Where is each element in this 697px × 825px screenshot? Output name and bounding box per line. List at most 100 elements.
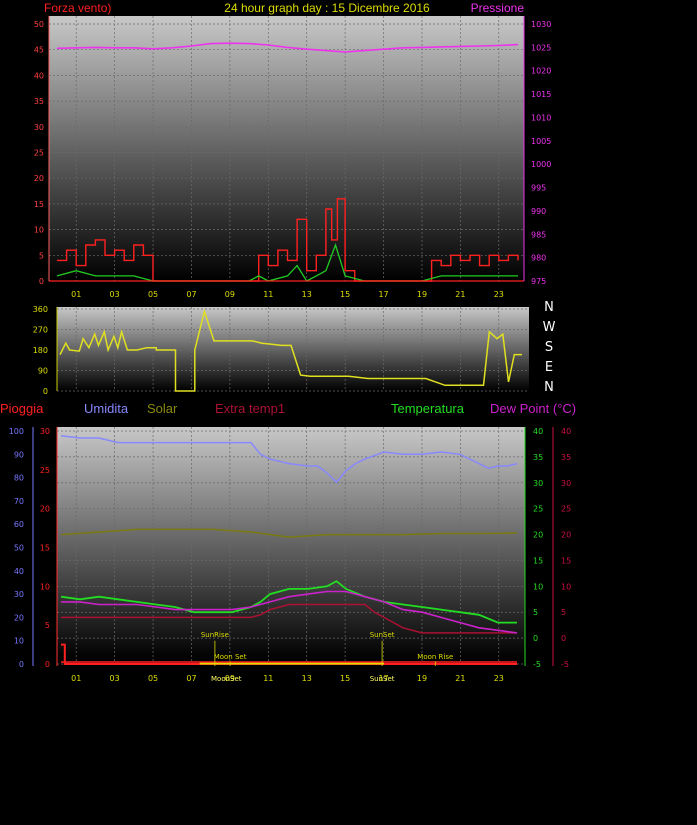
- wind-y-tick: 10: [34, 226, 44, 235]
- wind-y-tick: 50: [34, 20, 44, 29]
- wind-x-tick: 05: [148, 290, 158, 299]
- humidity-y-tick: 0: [19, 660, 24, 669]
- pressure-y-tick: 1015: [531, 90, 551, 99]
- rain-y-tick: 30: [40, 427, 50, 436]
- wind-x-tick: 15: [340, 290, 350, 299]
- legend: Pioggia Umidita Solar Extra temp1 Temperatur…: [0, 401, 576, 416]
- temperature-x-tick: 13: [302, 674, 312, 683]
- direction-y-ticks: 0 90 180 270 360: [33, 305, 48, 396]
- direction-y-tick: 360: [33, 305, 48, 314]
- humidity-y-tick: 50: [14, 544, 24, 553]
- temperature-y-tick: 35: [533, 453, 543, 462]
- astro-annotation: Moon Set: [214, 653, 247, 661]
- pressure-y-tick: 975: [531, 277, 546, 286]
- rain-y-tick: 15: [40, 544, 50, 553]
- wind-pressure-panel: 05101520253035404550 9759809859909951000…: [34, 16, 551, 299]
- compass-label: W: [543, 320, 556, 335]
- wind-y-tick: 45: [34, 46, 44, 55]
- pressure-y-tick: 995: [531, 184, 546, 193]
- pressure-y-tick: 1005: [531, 137, 551, 146]
- pressure-y-tick: 985: [531, 230, 546, 239]
- temperature-x-tick: 07: [186, 674, 196, 683]
- direction-y-tick: 270: [33, 326, 48, 335]
- dewpoint-y-tick: 35: [561, 453, 571, 462]
- dewpoint-y-tick: 0: [561, 634, 566, 643]
- wind-x-tick: 17: [378, 290, 388, 299]
- pressure-y-ticks: 975 980 985 990 995 1000 1005 1010 1015 1020 1025 1…: [531, 20, 551, 286]
- astro-annotation: SunSet: [370, 675, 395, 683]
- humidity-y-tick: 30: [14, 590, 24, 599]
- compass-label: E: [545, 360, 553, 375]
- wind-y-ticks: 0 5 10 15 20 25 30 35 40 45 50: [34, 20, 44, 286]
- humidity-y-tick: 20: [14, 613, 24, 622]
- wind-y-tick: 30: [34, 123, 44, 132]
- legend-item: Umidita: [84, 401, 129, 416]
- legend-item: Solar: [147, 401, 178, 416]
- rain-y-tick: 5: [45, 621, 50, 630]
- astro-annotation: SunSet: [370, 631, 395, 639]
- humidity-y-tick: 100: [9, 427, 24, 436]
- wind-y-tick: 35: [34, 97, 44, 106]
- astro-annotation: Moon Rise: [417, 653, 453, 661]
- wind-y-tick: 20: [34, 174, 44, 183]
- direction-panel: 0 90 180 270 360 NWSEN: [33, 300, 556, 396]
- temperature-y-tick: 40: [533, 427, 543, 436]
- rain-y-tick: 0: [45, 660, 50, 669]
- pressure-y-tick: 1010: [531, 113, 551, 122]
- wind-x-tick: 03: [110, 290, 120, 299]
- temperature-y-tick: -5: [533, 660, 541, 669]
- temperature-y-tick: 20: [533, 531, 543, 540]
- pressure-y-tick: 1030: [531, 20, 551, 29]
- temperature-x-tick: 01: [71, 674, 81, 683]
- temperature-x-tick: 19: [417, 674, 427, 683]
- pressure-y-tick: 1000: [531, 160, 551, 169]
- humidity-y-tick: 90: [14, 450, 24, 459]
- dewpoint-y-tick: 15: [561, 556, 571, 565]
- dewpoint-y-tick: 40: [561, 427, 571, 436]
- pressure-y-tick: 1025: [531, 43, 551, 52]
- wind-y-tick: 15: [34, 200, 44, 209]
- wind-x-tick: 01: [71, 290, 81, 299]
- temperature-y-tick: 30: [533, 479, 543, 488]
- humidity-y-tick: 10: [14, 637, 24, 646]
- chart-canvas: Forza vento) 24 hour graph day : 15 Dice…: [0, 1, 576, 683]
- wind-x-ticks: 01 03 05 07 09 11 13 15 17 19 21 23: [71, 290, 504, 299]
- wind-x-tick: 07: [186, 290, 196, 299]
- temperature-y-tick: 25: [533, 505, 543, 514]
- rain-y-tick: 20: [40, 505, 50, 514]
- humidity-y-tick: 80: [14, 474, 24, 483]
- temperature-x-tick: 05: [148, 674, 158, 683]
- dewpoint-y-tick: 25: [561, 505, 571, 514]
- direction-y-tick: 0: [43, 387, 48, 396]
- humidity-y-tick: 40: [14, 567, 24, 576]
- rain-y-tick: 10: [40, 582, 50, 591]
- wind-axis-label: Forza vento): [44, 1, 111, 15]
- humidity-y-tick: 70: [14, 497, 24, 506]
- wind-x-tick: 19: [417, 290, 427, 299]
- temperature-x-tick: 03: [110, 674, 120, 683]
- pressure-y-tick: 990: [531, 207, 546, 216]
- direction-y-tick: 90: [38, 367, 48, 376]
- dewpoint-y-tick: 30: [561, 479, 571, 488]
- temperature-panel: 0102030405060708090100051015202530-50510…: [9, 427, 571, 683]
- wind-x-tick: 09: [225, 290, 235, 299]
- wind-x-tick: 13: [302, 290, 312, 299]
- temperature-x-tick: 15: [340, 674, 350, 683]
- temperature-x-tick: 23: [494, 674, 504, 683]
- astro-annotation: SunRise: [201, 631, 229, 639]
- temperature-y-tick: 0: [533, 634, 538, 643]
- pressure-axis-label: Pressione: [471, 1, 525, 15]
- temperature-x-ticks: 01 03 05 07 09 11 13 15 17 19 21 23: [71, 674, 504, 683]
- compass-label: S: [545, 340, 553, 355]
- temperature-x-tick: 21: [455, 674, 465, 683]
- pressure-y-tick: 980: [531, 254, 546, 263]
- rain-y-tick: 25: [40, 466, 50, 475]
- direction-y-tick: 180: [33, 346, 48, 355]
- wind-y-tick: 5: [39, 251, 44, 260]
- temperature-plot-area: [57, 427, 525, 666]
- astro-annotation: MoonSet: [211, 675, 242, 683]
- dewpoint-y-tick: -5: [561, 660, 569, 669]
- temperature-y-tick: 15: [533, 556, 543, 565]
- compass-labels: NWSEN: [543, 300, 556, 395]
- dewpoint-y-tick: 10: [561, 582, 571, 591]
